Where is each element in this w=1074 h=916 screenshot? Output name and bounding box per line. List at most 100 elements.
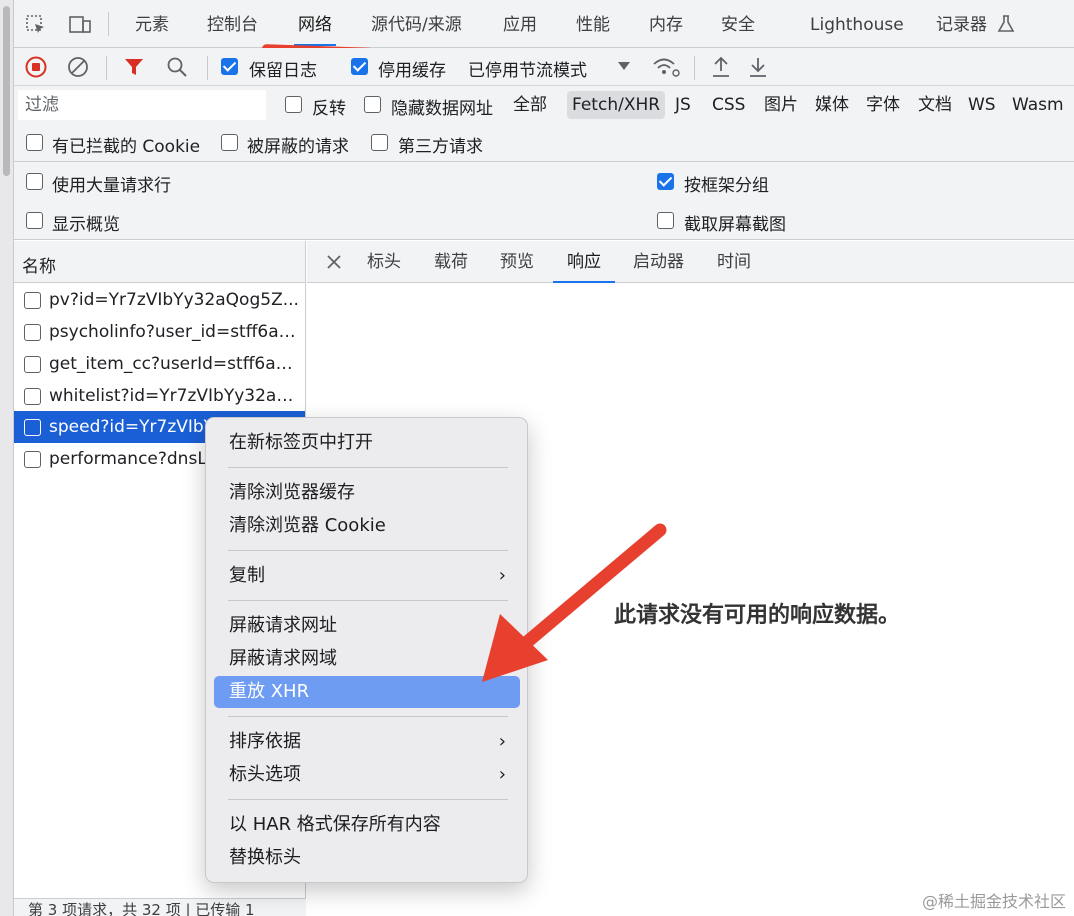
- type-filter-js[interactable]: JS: [670, 91, 696, 119]
- type-filter-media[interactable]: 媒体: [810, 91, 854, 119]
- menu-separator: [228, 799, 508, 800]
- clear-icon[interactable]: [67, 56, 89, 78]
- devtools-tabbar: 元素 控制台 网络 源代码/来源 应用 性能 内存 安全 Lighthouse …: [14, 0, 1074, 48]
- network-settings-pane: 使用大量请求行 按框架分组 显示概览 截取屏幕截图: [14, 162, 1074, 240]
- disable-cache-checkbox[interactable]: [351, 58, 368, 75]
- type-filter-wasm[interactable]: Wasm: [1007, 91, 1069, 119]
- import-har-icon[interactable]: [711, 55, 731, 79]
- tab-elements[interactable]: 元素: [135, 0, 169, 48]
- menu-item-label: 以 HAR 格式保存所有内容: [229, 814, 441, 835]
- capture-screenshots-checkbox[interactable]: [657, 212, 674, 229]
- inspect-element-icon[interactable]: [24, 13, 48, 37]
- request-row[interactable]: pv?id=Yr7zVIbYy32aQog5Z...: [14, 284, 305, 316]
- menu-separator: [228, 600, 508, 601]
- export-har-icon[interactable]: [748, 55, 768, 79]
- menu-item-label: 屏蔽请求网域: [229, 648, 337, 669]
- menu-item-sort-by[interactable]: 排序依据 ›: [214, 726, 520, 758]
- disable-cache-label: 停用缓存: [378, 61, 446, 81]
- divider: [694, 56, 695, 80]
- divider: [207, 56, 208, 80]
- menu-item-save-har[interactable]: 以 HAR 格式保存所有内容: [214, 809, 520, 841]
- tab-network[interactable]: 网络: [294, 0, 336, 48]
- left-edge-scrollbar[interactable]: [0, 0, 14, 916]
- close-icon[interactable]: [326, 254, 342, 270]
- request-row[interactable]: whitelist?id=Yr7zVIbYy32aQ...: [14, 380, 305, 412]
- tab-payload[interactable]: 载荷: [434, 241, 468, 283]
- request-name: whitelist?id=Yr7zVIbYy32aQ...: [49, 386, 301, 406]
- network-conditions-icon[interactable]: [652, 55, 680, 79]
- row-checkbox[interactable]: [24, 292, 41, 309]
- menu-item-header-options[interactable]: 标头选项 ›: [214, 759, 520, 791]
- preserve-log-label: 保留日志: [249, 61, 317, 81]
- network-toolbar: 保留日志 停用缓存 已停用节流模式: [14, 48, 1074, 86]
- name-column-header[interactable]: 名称: [22, 252, 56, 277]
- watermark: @稀土掘金技术社区: [921, 892, 1066, 911]
- third-party-label: 第三方请求: [398, 137, 483, 157]
- chevron-right-icon: ›: [498, 764, 506, 785]
- hide-data-urls-checkbox[interactable]: [364, 96, 381, 113]
- type-filter-img[interactable]: 图片: [759, 91, 803, 119]
- row-checkbox[interactable]: [24, 324, 41, 341]
- tab-recorder[interactable]: 记录器: [936, 0, 987, 48]
- menu-item-clear-cache[interactable]: 清除浏览器缓存: [214, 477, 520, 509]
- tab-response[interactable]: 响应: [553, 241, 615, 283]
- third-party-checkbox[interactable]: [371, 134, 388, 151]
- divider: [108, 12, 109, 36]
- menu-separator: [228, 550, 508, 551]
- tab-timing[interactable]: 时间: [717, 241, 751, 283]
- tab-initiator[interactable]: 启动器: [633, 241, 684, 283]
- filter-options-row: 有已拦截的 Cookie 被屏蔽的请求 第三方请求: [14, 124, 1074, 162]
- scrollbar-thumb[interactable]: [3, 6, 10, 176]
- type-filter-all[interactable]: 全部: [508, 91, 552, 119]
- request-name: psycholinfo?user_id=stff6a7...: [49, 322, 301, 342]
- invert-label: 反转: [312, 99, 346, 119]
- annotation-arrow: [482, 523, 667, 682]
- chevron-down-icon[interactable]: [618, 61, 630, 71]
- record-stop-icon[interactable]: [25, 56, 47, 78]
- menu-item-open-in-new-tab[interactable]: 在新标签页中打开: [214, 427, 520, 459]
- blocked-cookies-label: 有已拦截的 Cookie: [52, 137, 201, 157]
- big-rows-label: 使用大量请求行: [52, 176, 171, 196]
- menu-separator: [228, 716, 508, 717]
- type-filter-css[interactable]: CSS: [707, 91, 750, 119]
- invert-checkbox[interactable]: [285, 96, 302, 113]
- divider: [106, 56, 107, 80]
- tab-memory[interactable]: 内存: [649, 0, 683, 48]
- type-filter-ws[interactable]: WS: [963, 91, 1001, 119]
- show-overview-checkbox[interactable]: [26, 212, 43, 229]
- row-checkbox[interactable]: [24, 356, 41, 373]
- filter-icon[interactable]: [124, 57, 144, 77]
- filter-input[interactable]: [19, 91, 265, 119]
- preserve-log-checkbox[interactable]: [221, 58, 238, 75]
- menu-item-override-headers[interactable]: 替换标头: [214, 842, 520, 874]
- type-filter-font[interactable]: 字体: [861, 91, 905, 119]
- row-checkbox[interactable]: [24, 388, 41, 405]
- capture-screenshots-label: 截取屏幕截图: [684, 215, 786, 235]
- type-filter-fetch-xhr[interactable]: Fetch/XHR: [567, 91, 666, 119]
- big-rows-checkbox[interactable]: [26, 173, 43, 190]
- tab-sources[interactable]: 源代码/来源: [371, 0, 462, 48]
- row-checkbox[interactable]: [24, 419, 41, 436]
- tab-application[interactable]: 应用: [503, 0, 537, 48]
- network-summary-bar: 第 3 项请求，共 32 项 | 已传输 1: [14, 898, 306, 916]
- search-icon[interactable]: [166, 56, 188, 78]
- request-row[interactable]: get_item_cc?userId=stff6a7...: [14, 348, 305, 380]
- group-by-frame-checkbox[interactable]: [657, 173, 674, 190]
- throttling-select[interactable]: 已停用节流模式: [468, 56, 587, 81]
- menu-item-label: 排序依据: [229, 731, 301, 752]
- tab-console[interactable]: 控制台: [207, 0, 258, 48]
- blocked-cookies-checkbox[interactable]: [26, 134, 43, 151]
- menu-item-label: 复制: [229, 565, 265, 586]
- request-row[interactable]: psycholinfo?user_id=stff6a7...: [14, 316, 305, 348]
- tab-security[interactable]: 安全: [721, 0, 755, 48]
- device-toolbar-icon[interactable]: [68, 13, 92, 37]
- tab-headers[interactable]: 标头: [367, 241, 401, 283]
- blocked-requests-checkbox[interactable]: [221, 134, 238, 151]
- tab-preview[interactable]: 预览: [500, 241, 534, 283]
- tab-lighthouse[interactable]: Lighthouse: [810, 0, 904, 48]
- show-overview-label: 显示概览: [52, 215, 120, 235]
- menu-item-label: 标头选项: [229, 764, 301, 785]
- type-filter-doc[interactable]: 文档: [913, 91, 957, 119]
- tab-performance[interactable]: 性能: [576, 0, 610, 48]
- row-checkbox[interactable]: [24, 451, 41, 468]
